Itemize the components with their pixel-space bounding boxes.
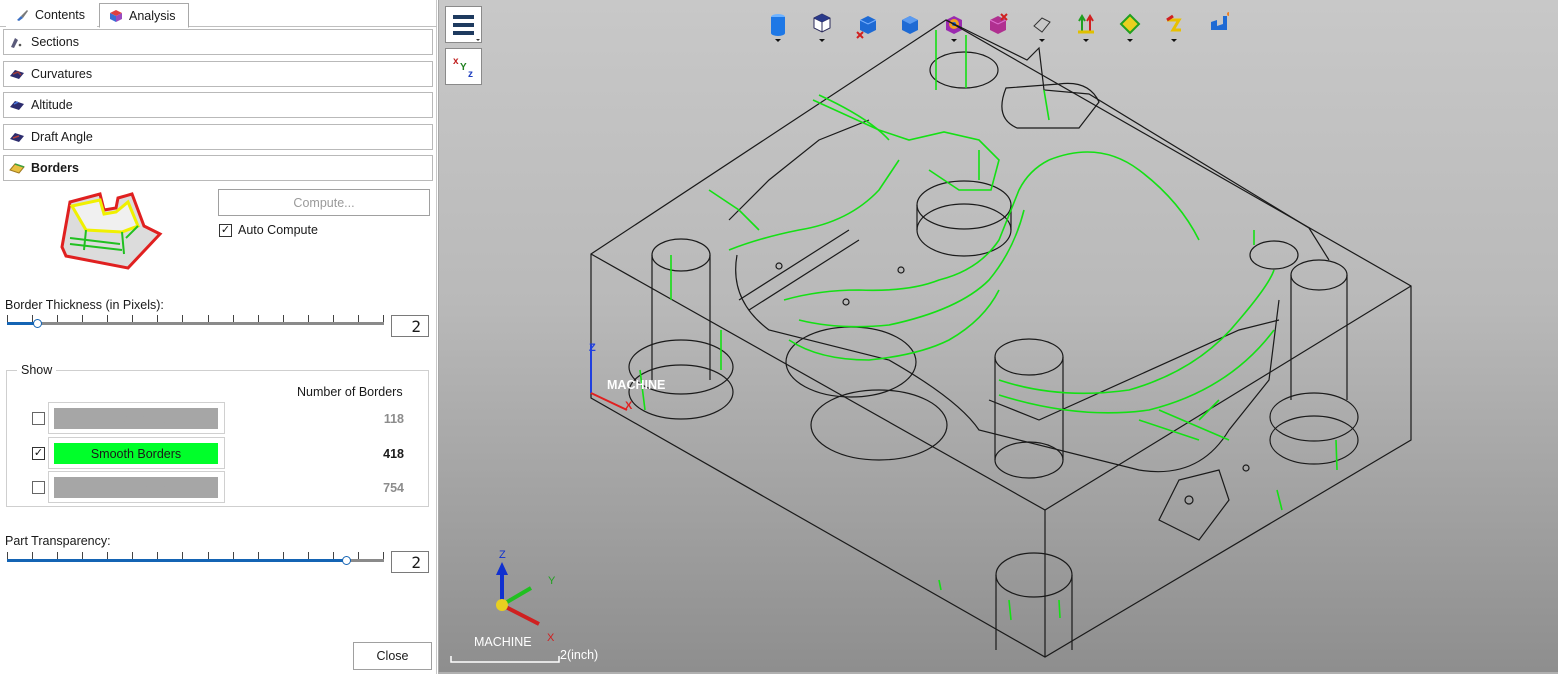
section-curvatures[interactable]: Curvatures bbox=[3, 61, 433, 87]
auto-compute-row[interactable]: ✓ Auto Compute bbox=[219, 223, 318, 237]
triad-x-label: X bbox=[547, 632, 555, 644]
smooth-border-lines bbox=[639, 30, 1338, 621]
orientation-triad: Z Y X bbox=[496, 549, 556, 644]
tab-analysis-label: Analysis bbox=[129, 8, 176, 23]
machine-coordinate-marker: Z X MACHINE bbox=[589, 342, 665, 412]
tab-analysis[interactable]: Analysis bbox=[99, 3, 189, 28]
3d-viewport[interactable]: x Y z Z X MACHINE Z Y X MACHINE 2(inch) bbox=[438, 0, 1558, 672]
smooth-borders-button[interactable]: Smooth Borders bbox=[48, 437, 225, 469]
sections-icon bbox=[11, 38, 22, 48]
cube-colors-icon bbox=[110, 9, 122, 22]
border-thickness-slider[interactable] bbox=[7, 314, 384, 334]
altitude-surface-icon bbox=[10, 101, 24, 110]
tab-bar: Contents Analysis bbox=[0, 0, 437, 28]
auto-compute-checkbox[interactable]: ✓ bbox=[219, 223, 232, 237]
compute-button[interactable]: Compute... bbox=[218, 189, 430, 216]
smooth-borders-checkbox[interactable]: ✓ bbox=[32, 447, 45, 460]
brush-icon bbox=[17, 10, 28, 21]
free-borders-swatch: Free Borders bbox=[54, 477, 218, 498]
border-thickness-label: Border Thickness (in Pixels): bbox=[5, 298, 164, 312]
part-transparency-label: Part Transparency: bbox=[5, 534, 111, 548]
slider-ticks bbox=[7, 315, 384, 322]
borders-icon bbox=[9, 163, 25, 174]
free-borders-checkbox[interactable] bbox=[32, 481, 45, 494]
part-edges bbox=[590, 19, 1412, 658]
slider-ticks bbox=[7, 552, 384, 559]
free-borders-count: 754 bbox=[383, 481, 404, 495]
scale-bar: MACHINE 2(inch) bbox=[450, 635, 598, 663]
slider-thumb[interactable] bbox=[33, 319, 42, 328]
sharp-borders-count: 118 bbox=[383, 412, 404, 426]
machine-coord-label: MACHINE bbox=[607, 378, 665, 392]
section-altitude[interactable]: Altitude bbox=[3, 92, 433, 118]
smooth-borders-count: 418 bbox=[383, 447, 404, 461]
part-model[interactable]: Z X MACHINE Z Y X MACHINE 2(inch) bbox=[439, 0, 1558, 672]
number-of-borders-header: Number of Borders bbox=[297, 385, 403, 399]
sharp-borders-checkbox[interactable] bbox=[32, 412, 45, 425]
scale-value: 2(inch) bbox=[560, 648, 598, 662]
analysis-panel: Contents Analysis Sections Curvatures Al… bbox=[0, 0, 437, 674]
slider-track bbox=[7, 322, 384, 325]
section-draft-angle[interactable]: Draft Angle bbox=[3, 124, 433, 150]
section-borders[interactable]: Borders bbox=[3, 155, 433, 181]
sharp-borders-swatch: Sharp Borders bbox=[54, 408, 218, 429]
section-sections[interactable]: Sections bbox=[3, 29, 433, 55]
coord-z-label: Z bbox=[589, 342, 596, 354]
border-thickness-value[interactable]: 2 bbox=[391, 315, 429, 337]
tab-contents-label: Contents bbox=[35, 8, 86, 22]
scale-label: MACHINE bbox=[474, 635, 532, 649]
curvature-surface-icon bbox=[10, 70, 24, 79]
free-borders-button[interactable]: Free Borders bbox=[48, 471, 225, 503]
smooth-borders-swatch: Smooth Borders bbox=[54, 443, 218, 464]
sharp-borders-button[interactable]: Sharp Borders bbox=[48, 402, 225, 434]
triad-y-label: Y bbox=[548, 575, 556, 587]
part-transparency-slider[interactable] bbox=[7, 551, 384, 571]
tab-contents[interactable]: Contents bbox=[6, 3, 97, 27]
slider-fill bbox=[7, 559, 346, 562]
slider-thumb[interactable] bbox=[342, 556, 351, 565]
close-button[interactable]: Close bbox=[353, 642, 432, 670]
part-transparency-value[interactable]: 2 bbox=[391, 551, 429, 573]
triad-z-label: Z bbox=[499, 549, 506, 561]
draft-angle-icon bbox=[10, 133, 24, 142]
coord-x-label: X bbox=[625, 400, 633, 412]
show-group-title: Show bbox=[17, 363, 57, 377]
borders-preview-image bbox=[60, 192, 163, 270]
